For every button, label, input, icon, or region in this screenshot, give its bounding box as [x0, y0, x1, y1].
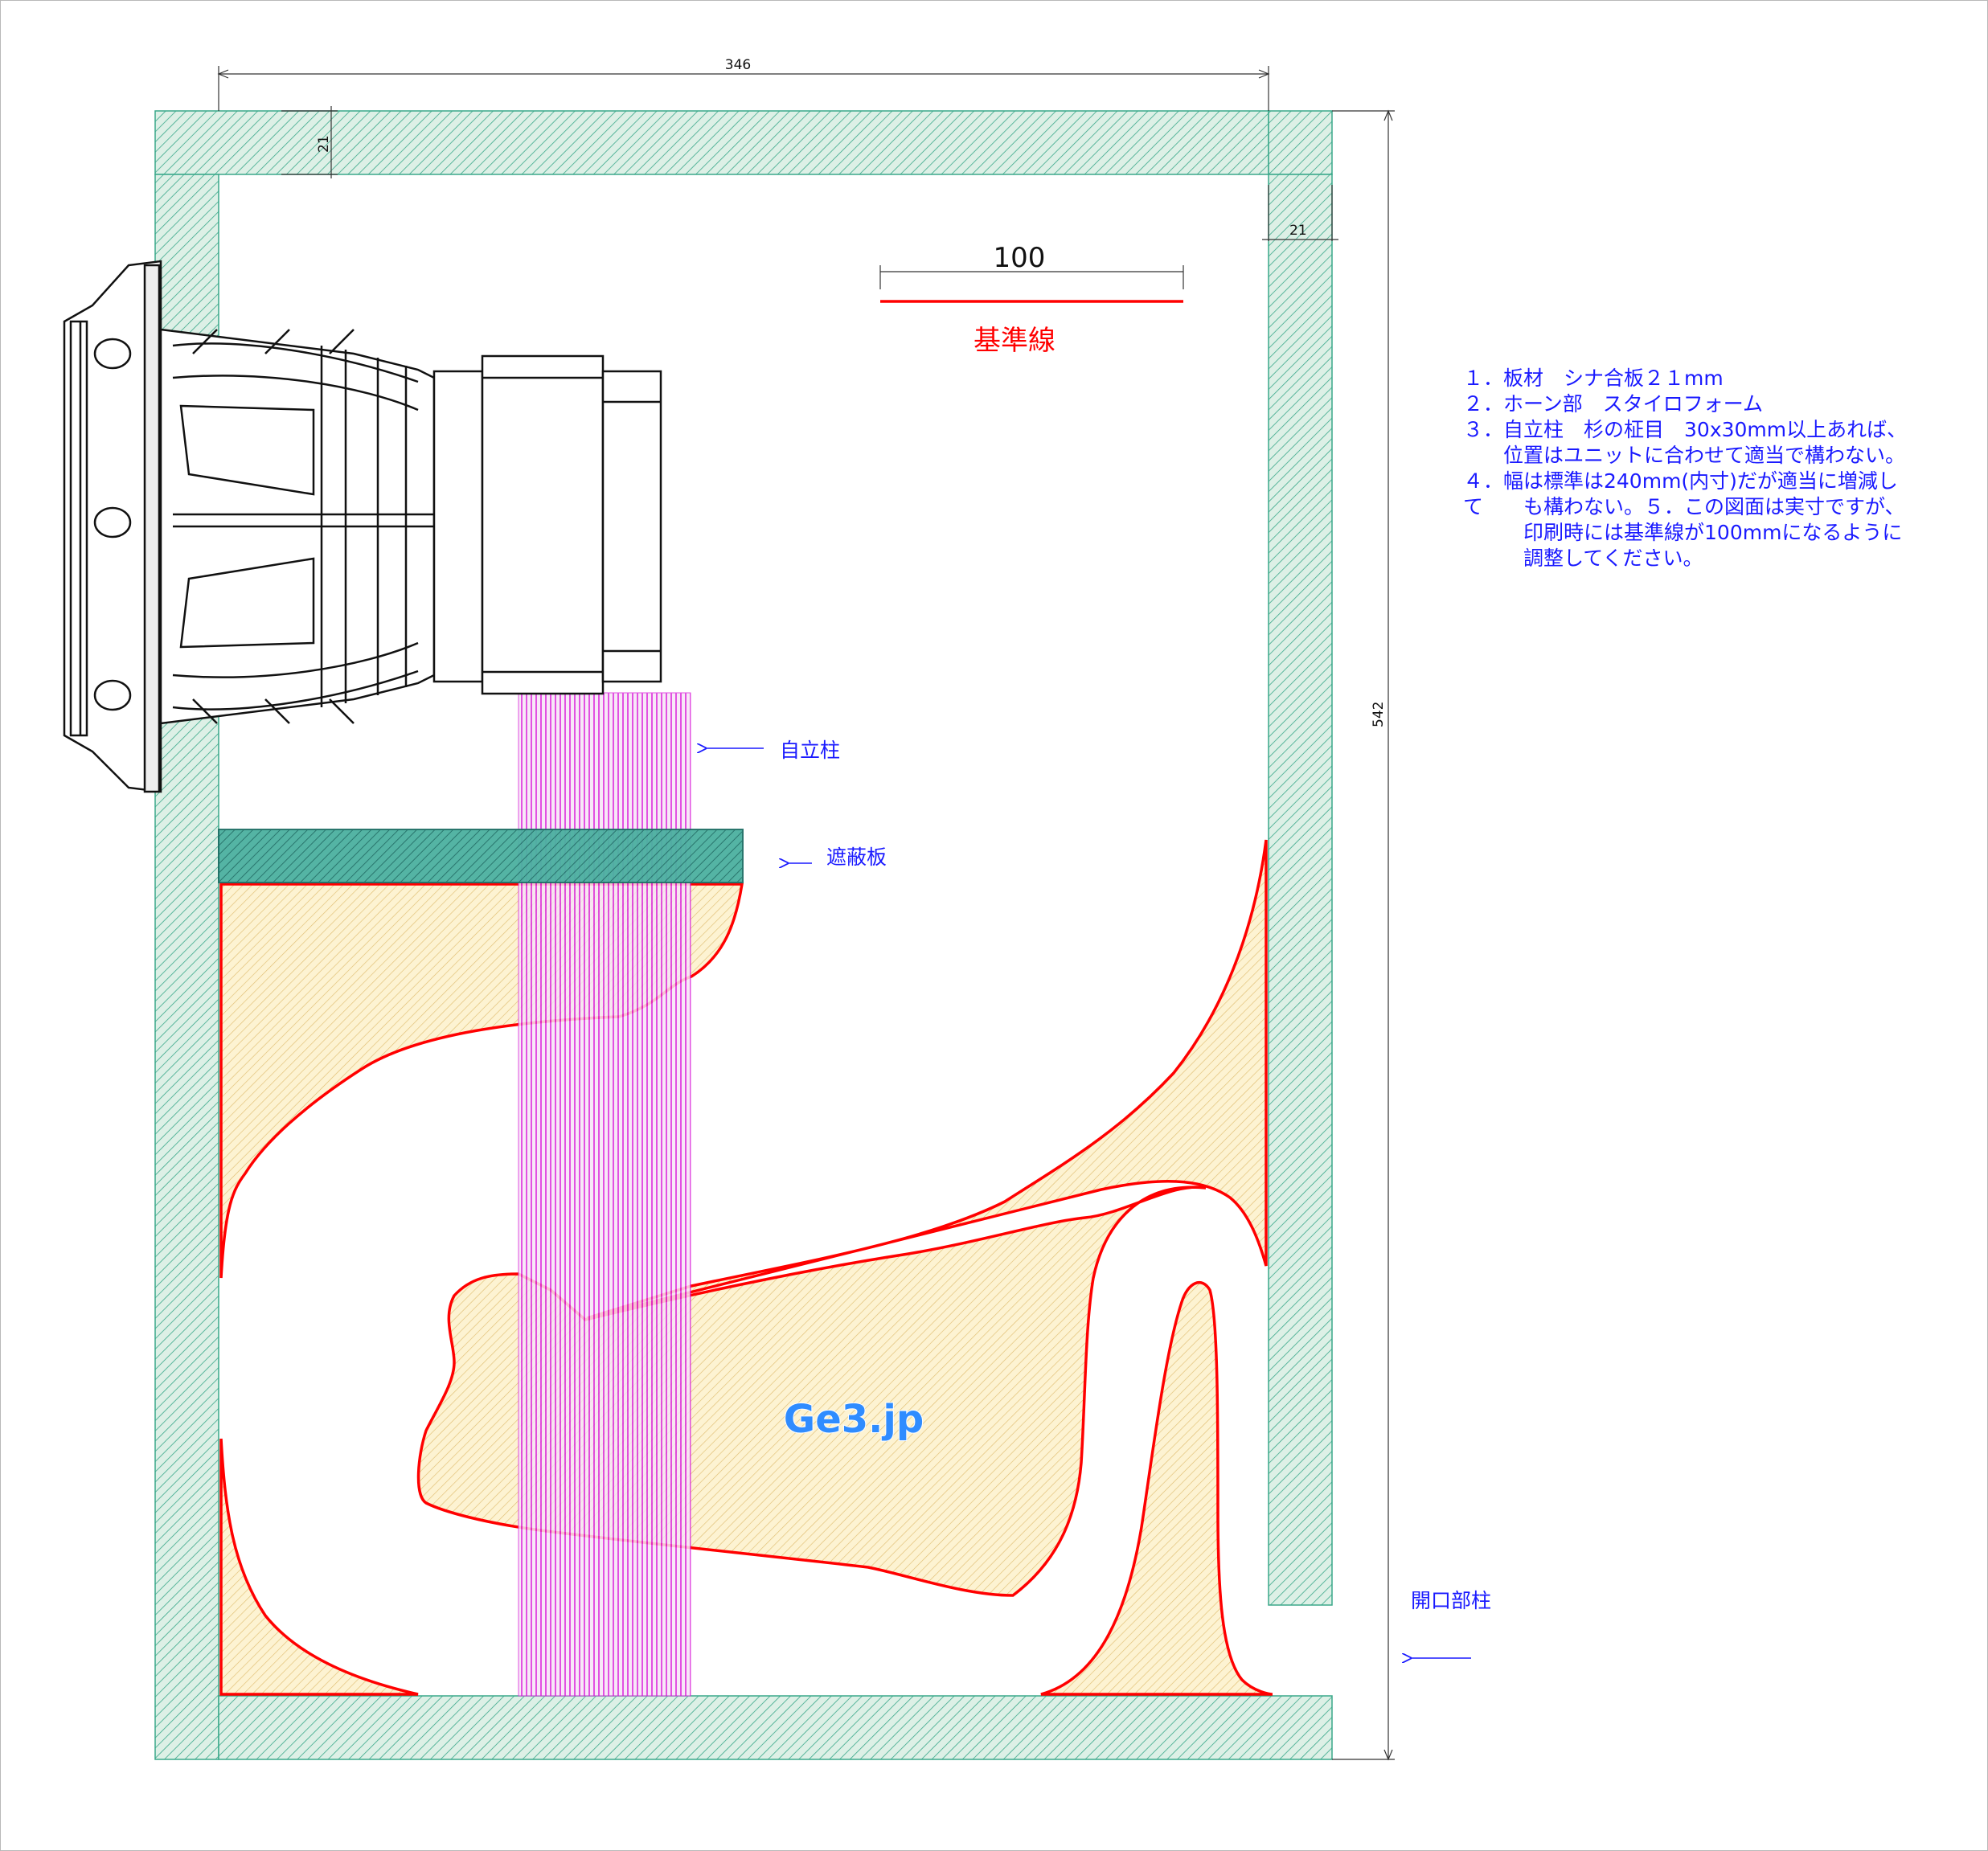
shield-board: [218, 829, 744, 883]
top-right-corner-board: [1268, 110, 1333, 175]
horn-sections: [219, 839, 1273, 1696]
note-line: 調整してください。: [1463, 547, 1703, 570]
note-line: １．板材 シナ合板２１mm: [1463, 367, 1724, 390]
speaker-cabinet-drawing: 346 21 21 542 100 基準線 自立柱 遮蔽板 開口部柱 Ge3.j…: [63, 57, 1491, 1761]
note-line: 印刷時には基準線が100mmになるように: [1463, 521, 1903, 544]
dimension-side-thickness-label: 21: [1289, 223, 1307, 239]
right-board: [1268, 174, 1333, 1606]
note-line: て も構わない。５．この図面は実寸ですが、: [1463, 495, 1905, 518]
horn-lower-left: [219, 1438, 419, 1696]
scale-value: 100: [994, 242, 1046, 274]
dimension-height: [1332, 109, 1395, 1761]
dimension-height-label: 542: [1371, 702, 1387, 727]
note-line: ４．幅は標準は240mm(内寸)だが適当に増減し: [1463, 469, 1898, 493]
note-line: ３．自立柱 杉の柾目 30x30mm以上あれば、: [1463, 418, 1908, 441]
note-line: 位置はユニットに合わせて適当で構わない。: [1463, 444, 1906, 467]
mouth-pillar-label: 開口部柱: [1411, 1589, 1491, 1612]
watermark-ge3: Ge3.jp: [784, 1397, 924, 1442]
reference-line-label: 基準線: [974, 325, 1055, 357]
pillar-label: 自立柱: [780, 739, 840, 762]
dimension-top-thickness-label: 21: [316, 135, 332, 153]
bottom-board: [218, 1695, 1333, 1760]
note-line: ２．ホーン部 スタイロフォーム: [1463, 392, 1764, 416]
dimension-width-label: 346: [725, 57, 751, 73]
construction-notes: １．板材 シナ合板２１mm ２．ホーン部 スタイロフォーム ３．自立柱 杉の柾目…: [1463, 366, 1978, 571]
shield-label: 遮蔽板: [826, 846, 887, 869]
